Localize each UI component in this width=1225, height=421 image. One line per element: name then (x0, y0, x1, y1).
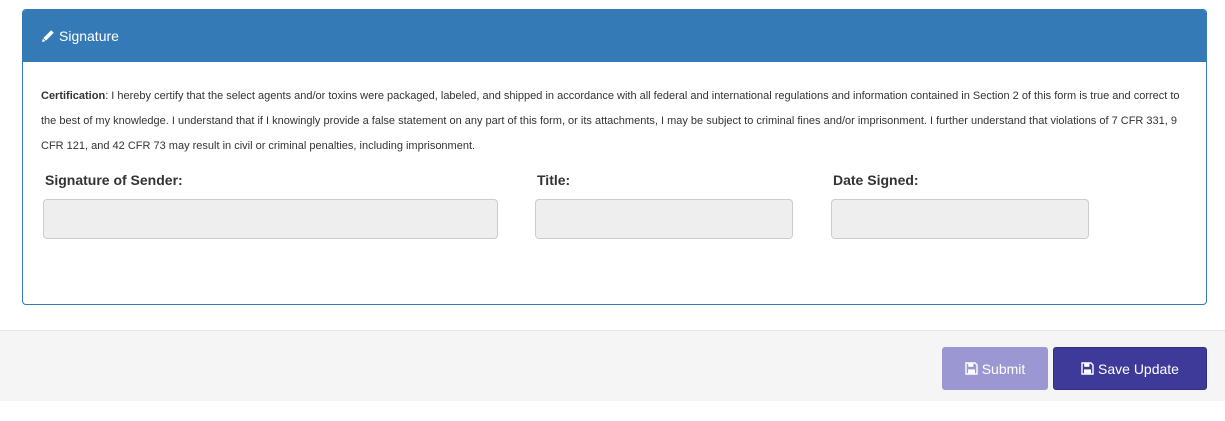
submit-button[interactable]: Submit (942, 347, 1048, 390)
save-update-label: Save Update (1098, 360, 1179, 377)
floppy-disk-icon (965, 362, 978, 375)
signature-of-sender-input[interactable] (43, 199, 498, 239)
pencil-icon (41, 29, 55, 43)
signature-panel: Signature Certification: I hereby certif… (22, 9, 1207, 305)
title-input[interactable] (535, 199, 793, 239)
title-label: Title: (537, 172, 571, 188)
certification-body: : I hereby certify that the select agent… (41, 90, 1180, 152)
floppy-disk-icon (1081, 362, 1094, 375)
certification-text: Certification: I hereby certify that the… (41, 84, 1188, 159)
date-field-group: Date Signed: (831, 170, 1089, 239)
sender-label: Signature of Sender: (45, 172, 183, 188)
panel-heading: Signature (23, 10, 1206, 62)
date-label: Date Signed: (833, 172, 919, 188)
form-footer: Submit Save Update (0, 330, 1225, 401)
title-field-group: Title: (535, 170, 793, 239)
sender-field-group: Signature of Sender: (43, 170, 498, 239)
save-update-button[interactable]: Save Update (1053, 347, 1207, 390)
date-signed-input[interactable] (831, 199, 1089, 239)
submit-label: Submit (981, 360, 1026, 377)
panel-body: Certification: I hereby certify that the… (23, 62, 1206, 260)
signature-fields: Signature of Sender: Title: Date Signed: (41, 170, 1188, 260)
panel-title: Signature (59, 28, 119, 44)
certification-label: Certification (41, 90, 106, 102)
